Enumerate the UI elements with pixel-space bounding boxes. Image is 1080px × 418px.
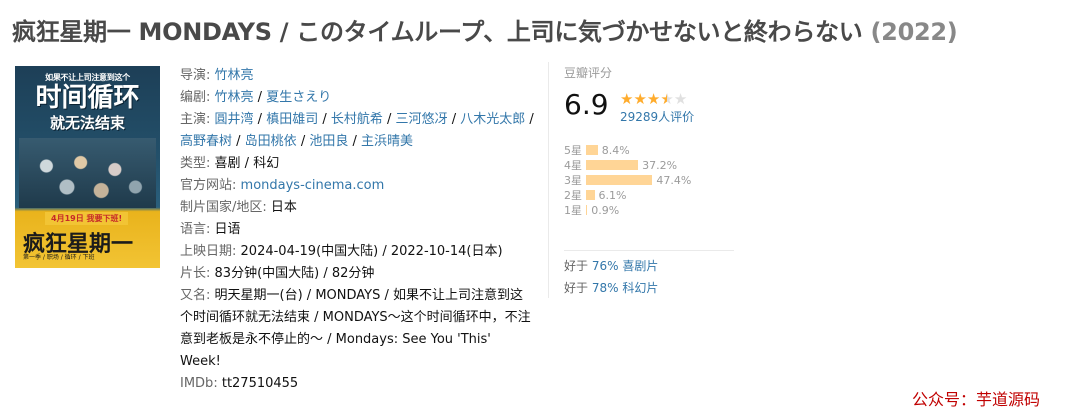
genre-label: 类型: [180,156,211,171]
rating-panel: 豆瓣评分 6.9 ★★★★★ 29289人评价 5星 8.4% 4星 37.2% 3星 4… [548,62,738,298]
rating-distribution-row: 3星 47.4% [564,173,734,188]
rating-distribution: 5星 8.4% 4星 37.2% 3星 47.4% 2星 6.1% 1星 0.9% [564,143,734,218]
cast-label: 主演: [180,112,211,127]
website-link[interactable]: mondays-cinema.com [241,178,385,193]
genre-value: 喜剧 [214,156,241,171]
better-than-item: 好于 76% 喜剧片 [564,259,659,273]
better-than-item: 好于 78% 科幻片 [564,281,659,295]
star-icon: ★ [646,90,661,108]
writer-link[interactable]: 竹林亮 [215,90,254,105]
movie-title-name: 疯狂星期一 MONDAYS / このタイムループ、上司に気づかせないと終わらない [12,18,863,46]
rating-distribution-row: 4星 37.2% [564,158,734,173]
movie-year: (2022) [870,18,958,46]
rating-level-label: 3星 [564,174,582,187]
star-icon: ★ [633,90,647,108]
country-label: 制片国家/地区: [180,200,267,215]
cast-link[interactable]: 圓井湾 [215,112,254,127]
rating-percent: 0.9% [591,204,620,217]
poster-top-line: 如果不让上司注意到这个 [45,73,130,82]
cast-link[interactable]: 岛田桃依 [245,134,297,149]
director-row: 导演: 竹林亮 [180,65,535,87]
rating-bar [586,145,598,155]
rating-percent: 37.2% [642,159,678,172]
cast-link[interactable]: 三河悠冴 [396,112,448,127]
watermark-text: 公众号：芋道源码 [912,390,1041,409]
release-row: 上映日期: 2024-04-19(中国大陆) / 2022-10-14(日本) [180,241,535,263]
website-label: 官方网站: [180,178,237,193]
star-icon: ★ [620,90,634,108]
rating-distribution-row: 5星 8.4% [564,143,734,158]
cast-link[interactable]: 槙田雄司 [266,112,318,127]
rating-percent: 47.4% [656,174,692,187]
star-icon: ★ [673,90,688,108]
cast-row: 主演: 圓井湾 / 槙田雄司 / 长村航希 / 三河悠冴 / 八木光太郎 / 高… [180,112,534,149]
better-than-section: 好于 76% 喜剧片 好于 78% 科幻片 [564,250,734,299]
poster-big-line: 时间循环 [35,83,140,113]
rating-level-label: 5星 [564,144,582,157]
cast-link[interactable]: 池田良 [309,134,348,149]
runtime-row: 片长: 83分钟(中国大陆) / 82分钟 [180,263,535,285]
runtime-value: 83分钟(中国大陆) / 82分钟 [214,266,375,281]
rating-level-label: 4星 [564,159,582,172]
movie-info: 导演: 竹林亮 编剧: 竹林亮 / 夏生さえり 主演: 圓井湾 / 槙田雄司 /… [180,65,535,395]
star-icon: ★ [660,90,674,108]
director-label: 导演: [180,68,211,83]
rating-level-label: 1星 [564,204,582,217]
release-label: 上映日期: [180,244,237,259]
movie-detail-page: 疯狂星期一 MONDAYS / このタイムループ、上司に気づかせないと終わらない… [0,0,1080,418]
cast-link[interactable]: 主浜晴美 [361,134,413,149]
rating-score: 6.9 [564,88,609,121]
runtime-label: 片长: [180,266,211,281]
language-row: 语言: 日语 [180,219,535,241]
cast-link[interactable]: 八木光太郎 [460,112,525,127]
aka-row: 又名: 明天星期一(台) / MONDAYS / 如果不让上司注意到这个时间循环… [180,285,535,373]
writer-label: 编剧: [180,90,211,105]
release-value: 2024-04-19(中国大陆) / 2022-10-14(日本) [240,244,503,259]
imdb-row: IMDb: tt27510455 [180,373,535,395]
cast-link[interactable]: 长村航希 [331,112,383,127]
language-label: 语言: [180,222,211,237]
rating-bar [586,205,588,215]
imdb-value: tt27510455 [221,376,299,391]
imdb-label: IMDb: [180,376,218,391]
genre-value: 科幻 [253,156,280,171]
writer-link[interactable]: 夏生さえり [266,90,331,105]
aka-label: 又名: [180,288,211,303]
poster-crowd-image [19,138,156,208]
aka-value: 明天星期一(台) / MONDAYS / 如果不让上司注意到这个时间循环就无法结… [180,288,531,369]
votes-link[interactable]: 29289人评价 [620,108,694,125]
poster-date-badge: 4月19日 我要下班! [45,212,129,225]
rating-percent: 6.1% [598,189,627,202]
rating-distribution-row: 2星 6.1% [564,188,734,203]
cast-link[interactable]: 高野春树 [180,134,232,149]
country-row: 制片国家/地区: 日本 [180,197,535,219]
rating-bar [586,175,653,185]
rating-distribution-row: 1星 0.9% [564,203,734,218]
country-value: 日本 [270,200,297,215]
rating-bar [586,160,639,170]
rating-percent: 8.4% [601,144,630,157]
movie-title: 疯狂星期一 MONDAYS / このタイムループ、上司に気づかせないと終わらない… [12,12,958,47]
movie-poster[interactable]: 如果不让上司注意到这个 时间循环 就无法结束 4月19日 我要下班! 疯狂星期一… [15,66,160,268]
poster-small-text: 第一季 / 职场 / 循环 / 下班 [23,254,95,261]
rating-bar [586,190,595,200]
director-link[interactable]: 竹林亮 [215,68,254,83]
poster-mid-line: 就无法结束 [49,114,125,132]
website-row: 官方网站: mondays-cinema.com [180,175,535,197]
better-than-link[interactable]: 78% 科幻片 [592,281,659,295]
rating-level-label: 2星 [564,189,582,202]
genre-row: 类型: 喜剧 / 科幻 [180,156,280,171]
writer-row: 编剧: 竹林亮 / 夏生さえり [180,90,332,105]
rating-stars: ★★★★★ [620,89,688,108]
rating-label: 豆瓣评分 [564,66,613,80]
better-than-link[interactable]: 76% 喜剧片 [592,259,659,273]
language-value: 日语 [214,222,241,237]
